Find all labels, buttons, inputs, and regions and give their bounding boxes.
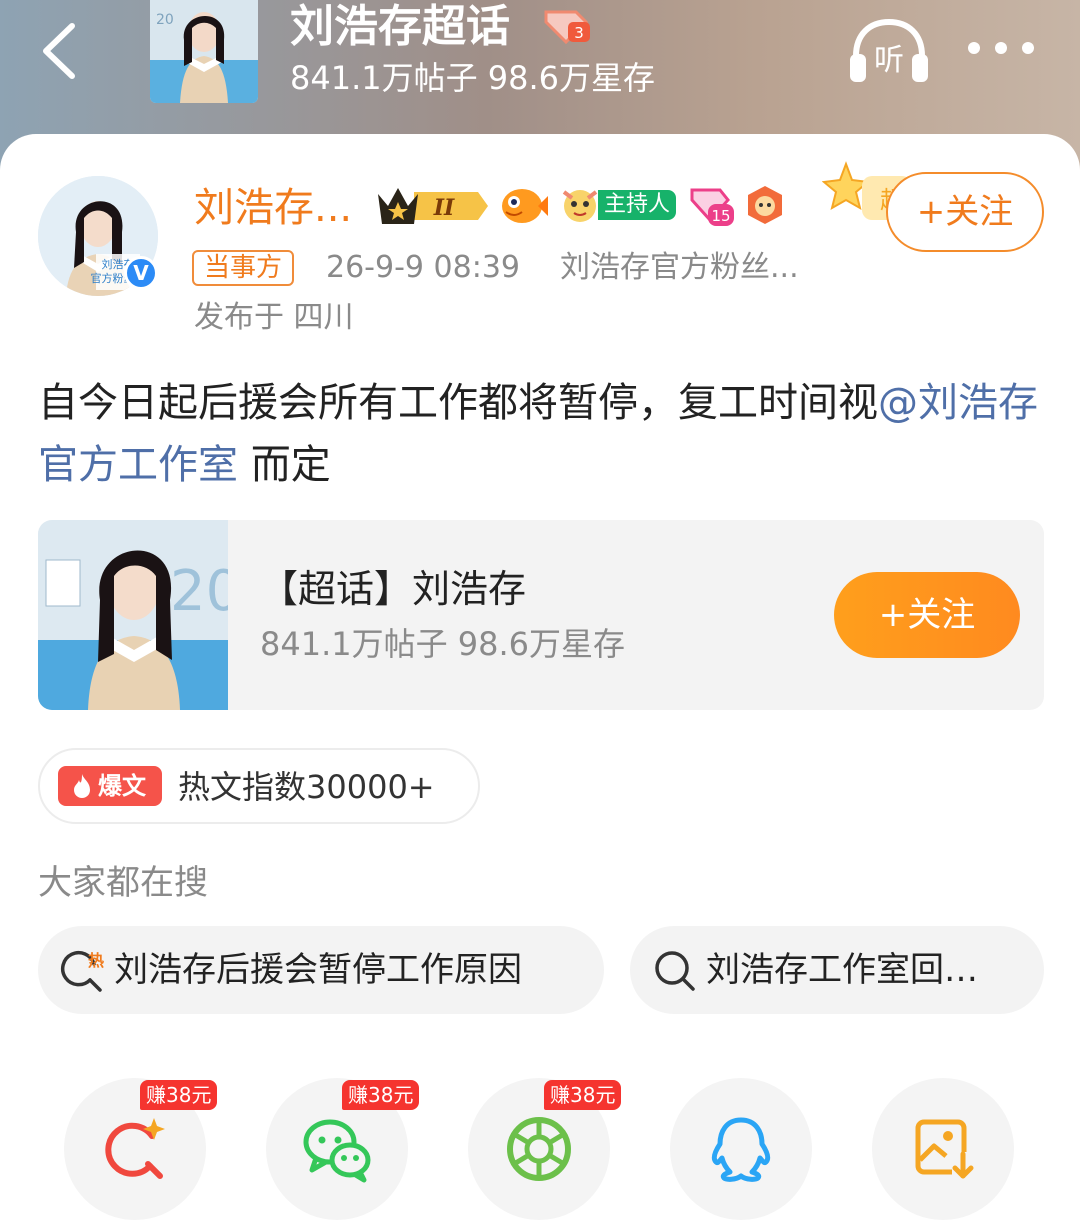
follow-supertopic-button[interactable]: +关注 (834, 572, 1020, 658)
svg-text:20: 20 (156, 12, 174, 28)
supertopic-title: 【超话】刘浩存 (260, 567, 527, 611)
level-badge-number: 15 (711, 207, 730, 225)
follow-author-button[interactable]: +关注 (886, 172, 1044, 252)
topic-title: 刘浩存超话 (290, 1, 510, 52)
host-mascot-icon (562, 190, 598, 222)
supertopic-thumbnail: 20 (38, 520, 228, 710)
author-name[interactable]: 刘浩存... (194, 182, 352, 234)
post-source[interactable]: 刘浩存官方粉丝... (560, 248, 840, 288)
search-icon (655, 951, 695, 991)
post-location: 发布于 四川 (194, 300, 354, 335)
svg-text:热: 热 (88, 951, 104, 970)
supertopic-card[interactable]: 20 【超话】刘浩存 841.1万帖子 98.6万星存 +关注 (38, 520, 1044, 710)
post-text-suffix: 而定 (238, 442, 331, 488)
hot-index-text: 热文指数30000+ (178, 768, 435, 806)
post-body: 自今日起后援会所有工作都将暂停，复工时间视@刘浩存官方工作室 而定 (38, 372, 1048, 496)
user-level-badge-icon: 15 (690, 188, 734, 226)
chevron-left-icon[interactable] (34, 18, 94, 84)
crown-level-badge-icon: II (378, 188, 488, 224)
trending-search-heading: 大家都在搜 (38, 863, 208, 903)
search-suggestion-text: 刘浩存后援会暂停工作原因 (114, 950, 522, 990)
moments-icon (507, 1117, 571, 1181)
superfan-level-badge-icon: 3 (544, 10, 590, 44)
save-image-icon (915, 1119, 974, 1180)
hot-search-icon: 热 (60, 950, 104, 992)
svg-text:20: 20 (170, 559, 228, 624)
save-image-button[interactable] (872, 1078, 1014, 1220)
host-badge: 主持人 (556, 184, 676, 226)
post-text: 自今日起后援会所有工作都将暂停，复工时间视 (38, 380, 878, 426)
title-badge-level: 3 (574, 24, 584, 42)
more-dots-icon[interactable] (966, 30, 1036, 66)
fish-badge-icon (502, 189, 548, 223)
flame-icon (74, 774, 90, 798)
qq-icon (711, 1117, 771, 1182)
listen-label: 听 (874, 43, 904, 78)
supertopic-stats: 841.1万帖子 98.6万星存 (260, 625, 626, 663)
search-sparkle-icon (105, 1118, 165, 1179)
earn-reward-tag: 赚38元 (342, 1080, 420, 1110)
wechat-icon (303, 1119, 371, 1183)
topic-thumbnail[interactable]: 20 (150, 0, 258, 103)
search-suggestion-chip[interactable]: 刘浩存工作室回… (630, 926, 1044, 1014)
fan-club-badge-icon (748, 186, 782, 224)
host-badge-label: 主持人 (598, 190, 676, 220)
earn-reward-tag: 赚38元 (544, 1080, 622, 1110)
post-time: 26-9-9 08:39 (326, 250, 520, 285)
verified-badge-icon: V (124, 256, 158, 290)
crown-badge-level: II (433, 195, 455, 221)
search-suggestion-text: 刘浩存工作室回… (706, 950, 978, 990)
topic-stats: 841.1万帖子 98.6万星存 (290, 59, 656, 97)
hot-index-pill[interactable]: 爆文 热文指数30000+ (38, 748, 480, 824)
share-qq-button[interactable] (670, 1078, 812, 1220)
party-tag: 当事方 (192, 250, 295, 286)
search-suggestion-chip[interactable]: 热 刘浩存后援会暂停工作原因 (38, 926, 604, 1014)
earn-reward-tag: 赚38元 (140, 1080, 218, 1110)
listen-headphones-icon[interactable]: 听 (846, 16, 932, 86)
